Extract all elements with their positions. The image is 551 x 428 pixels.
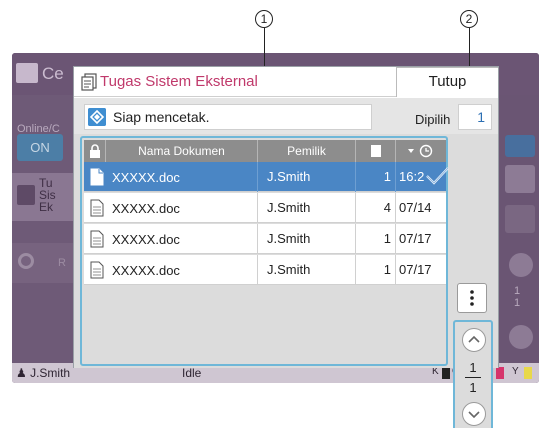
callout-1: 1	[255, 10, 273, 28]
screenshot-stage: Ce Online/C ON Tu Sis Ek R 1 1 ♟ J.Smith…	[0, 0, 551, 428]
status-box: Siap mencetak.	[84, 104, 372, 130]
external-jobs-dialog: Tugas Sistem Eksternal Tutup Siap mencet…	[73, 66, 499, 428]
job-name: XXXXX.doc	[112, 232, 180, 247]
selected-count: 1	[458, 104, 492, 130]
lock-icon	[89, 144, 100, 158]
job-owner: J.Smith	[258, 224, 356, 254]
check-icon	[426, 167, 449, 185]
printer-icon	[16, 63, 38, 83]
job-copies: 1	[356, 224, 396, 254]
job-copies: 4	[356, 193, 396, 223]
background-page-up-button	[509, 253, 533, 277]
job-copies: 1	[356, 162, 396, 192]
callout-2: 2	[460, 10, 478, 28]
table-header: Nama Dokumen Pemilik	[84, 140, 446, 162]
job-time: 07/17	[399, 231, 432, 246]
job-copies: 1	[356, 255, 396, 285]
job-name: XXXXX.doc	[112, 170, 180, 185]
document-stack-icon	[17, 185, 35, 205]
search-icon	[18, 253, 34, 269]
dialog-header: Tugas Sistem Eksternal Tutup	[74, 67, 498, 97]
document-icon	[90, 168, 104, 186]
job-owner: J.Smith	[258, 193, 356, 223]
page-divider	[465, 377, 481, 378]
job-name: XXXXX.doc	[112, 201, 180, 216]
toner-swatch	[442, 367, 450, 379]
status-text: Siap mencetak.	[113, 109, 210, 125]
background-on-button: ON	[17, 134, 63, 161]
column-header-name[interactable]: Nama Dokumen	[106, 140, 258, 162]
background-user-label: ♟ J.Smith	[16, 366, 71, 380]
background-more-button	[505, 205, 535, 233]
document-icon	[90, 199, 104, 217]
background-search-row: R	[12, 243, 76, 283]
dialog-title: Tugas Sistem Eksternal	[100, 73, 258, 90]
toner-swatch	[496, 367, 504, 379]
page-total: 1	[469, 380, 477, 395]
more-options-button[interactable]	[457, 283, 487, 313]
job-time: 07/17	[399, 262, 432, 277]
page-up-button[interactable]	[462, 328, 486, 352]
page-navigator: 1 1	[453, 320, 493, 428]
background-page-current: 1	[514, 285, 521, 297]
background-list-view-button	[505, 165, 535, 193]
chevron-up-icon	[468, 335, 480, 343]
vertical-ellipsis-icon	[470, 290, 474, 306]
background-view-toggle-button	[505, 135, 535, 157]
toner-y: Y	[512, 366, 519, 377]
column-header-copies[interactable]	[356, 140, 396, 162]
page-current: 1	[469, 360, 477, 375]
job-row[interactable]: XXXXX.doc J.Smith 4 07/14	[84, 193, 446, 223]
selected-label: Dipilih	[415, 112, 451, 127]
toner-swatch	[524, 367, 532, 379]
job-table: Nama Dokumen Pemilik XXXXX.doc J.Smith 1…	[80, 136, 449, 366]
job-owner: J.Smith	[258, 255, 356, 285]
background-user-name: J.Smith	[30, 366, 71, 380]
job-owner: J.Smith	[258, 162, 356, 192]
close-button[interactable]: Tutup	[396, 67, 498, 97]
column-header-time[interactable]	[396, 140, 446, 162]
job-name: XXXXX.doc	[112, 263, 180, 278]
status-area: Siap mencetak. Dipilih 1	[74, 98, 498, 134]
background-page-down-button	[509, 325, 533, 349]
document-icon	[90, 230, 104, 248]
background-job-card: Tu Sis Ek	[12, 173, 76, 221]
document-icon	[90, 261, 104, 279]
copies-icon	[370, 145, 381, 157]
background-card-text-3: Ek	[39, 200, 54, 214]
job-list-area: Nama Dokumen Pemilik XXXXX.doc J.Smith 1…	[74, 134, 498, 428]
job-row[interactable]: XXXXX.doc J.Smith 1 16:2	[84, 162, 449, 192]
job-time: 07/14	[399, 200, 432, 215]
toner-k: K	[432, 366, 439, 377]
document-stack-icon	[81, 73, 97, 91]
job-row[interactable]: XXXXX.doc J.Smith 1 07/17	[84, 255, 446, 285]
column-header-owner[interactable]: Pemilik	[258, 140, 356, 162]
background-page-total: 1	[514, 297, 521, 309]
lock-column-header[interactable]	[84, 140, 106, 162]
background-page-indicator: 1 1	[514, 285, 520, 309]
chevron-down-icon	[468, 411, 480, 419]
job-row[interactable]: XXXXX.doc J.Smith 1 07/17	[84, 224, 446, 254]
ready-icon	[88, 108, 106, 126]
sort-descending-clock-icon	[408, 144, 433, 158]
page-down-button[interactable]	[462, 402, 486, 426]
background-search-text: R	[58, 257, 66, 269]
background-status-text: Idle	[182, 366, 202, 380]
background-app-title: Ce	[42, 64, 64, 83]
